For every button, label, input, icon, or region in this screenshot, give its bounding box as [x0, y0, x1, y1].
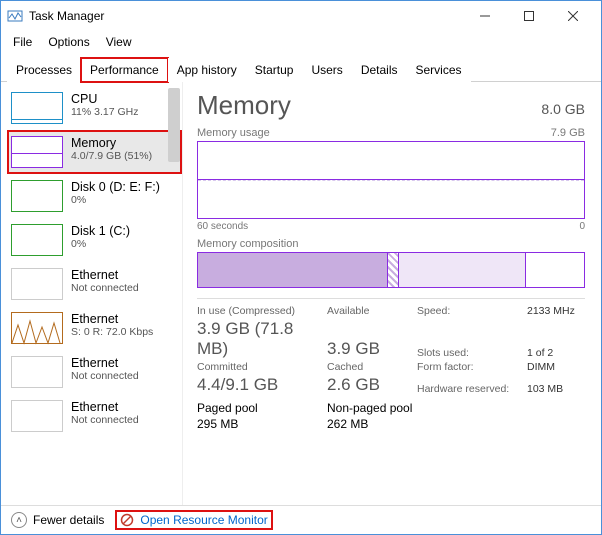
usage-max: 7.9 GB: [551, 127, 585, 139]
tab-services[interactable]: Services: [407, 58, 471, 82]
sidebar-item-label: Memory: [71, 136, 152, 150]
memory-thumb-icon: [11, 136, 63, 168]
sidebar-item-label: Ethernet: [71, 312, 153, 326]
available-label: Available: [327, 305, 417, 317]
disk-thumb-icon: [11, 180, 63, 212]
form-value: DIMM: [527, 361, 587, 373]
sidebar-item-sub: Not connected: [71, 414, 139, 426]
speed-value: 2133 MHz: [527, 305, 587, 317]
tab-strip: Processes Performance App history Startu…: [1, 57, 601, 82]
ethernet-thumb-icon: [11, 312, 63, 344]
slots-value: 1 of 2: [527, 347, 587, 359]
sidebar-item-sub: 11% 3.17 GHz: [71, 106, 139, 118]
available-value: 3.9 GB: [327, 339, 417, 359]
sidebar-item-label: Disk 1 (C:): [71, 224, 130, 238]
sidebar-item-label: Ethernet: [71, 268, 139, 282]
sidebar-item-eth3[interactable]: EthernetNot connected: [7, 394, 182, 438]
sidebar-item-label: CPU: [71, 92, 139, 106]
disk-thumb-icon: [11, 224, 63, 256]
sidebar-item-disk0[interactable]: Disk 0 (D: E: F:)0%: [7, 174, 182, 218]
scrollbar-thumb[interactable]: [168, 88, 180, 162]
sidebar-item-memory[interactable]: Memory4.0/7.9 GB (51%): [7, 130, 182, 174]
form-label: Form factor:: [417, 361, 527, 373]
close-button[interactable]: [551, 2, 595, 30]
tab-startup[interactable]: Startup: [246, 58, 303, 82]
task-manager-window: Task Manager File Options View Processes…: [0, 0, 602, 535]
sidebar-item-cpu[interactable]: CPU11% 3.17 GHz: [7, 86, 182, 130]
app-icon: [7, 8, 23, 24]
sidebar-item-eth0[interactable]: EthernetNot connected: [7, 262, 182, 306]
page-title: Memory: [197, 90, 291, 121]
tab-processes[interactable]: Processes: [7, 58, 81, 82]
hw-label: Hardware reserved:: [417, 383, 527, 395]
sidebar-item-sub: S: 0 R: 72.0 Kbps: [71, 326, 153, 338]
sidebar-item-label: Ethernet: [71, 400, 139, 414]
cpu-thumb-icon: [11, 92, 63, 124]
tab-users[interactable]: Users: [302, 58, 351, 82]
capacity-value: 8.0 GB: [541, 101, 585, 117]
hw-value: 103 MB: [527, 383, 587, 395]
sidebar-item-sub: Not connected: [71, 370, 139, 382]
xaxis-right: 0: [579, 221, 585, 232]
nonpaged-label: Non-paged pool: [327, 401, 417, 415]
ethernet-thumb-icon: [11, 268, 63, 300]
sidebar-item-sub: 4.0/7.9 GB (51%): [71, 150, 152, 162]
chevron-up-icon: ˄: [11, 512, 27, 528]
sidebar-item-sub: Not connected: [71, 282, 139, 294]
menu-bar: File Options View: [1, 31, 601, 57]
committed-value: 4.4/9.1 GB: [197, 375, 327, 395]
maximize-button[interactable]: [507, 2, 551, 30]
menu-view[interactable]: View: [100, 33, 138, 51]
ethernet-thumb-icon: [11, 356, 63, 388]
tab-app-history[interactable]: App history: [168, 58, 246, 82]
committed-label: Committed: [197, 361, 327, 373]
stats-grid: In use (Compressed) Available Speed: 213…: [197, 305, 585, 395]
open-resource-monitor-label: Open Resource Monitor: [140, 513, 267, 527]
memory-usage-chart: [197, 141, 585, 219]
xaxis-left: 60 seconds: [197, 221, 248, 232]
tab-performance[interactable]: Performance: [81, 58, 168, 82]
sidebar-item-label: Ethernet: [71, 356, 139, 370]
titlebar: Task Manager: [1, 1, 601, 31]
sidebar-item-disk1[interactable]: Disk 1 (C:)0%: [7, 218, 182, 262]
sidebar-item-sub: 0%: [71, 238, 130, 250]
resource-monitor-icon: [120, 513, 134, 527]
sidebar-item-sub: 0%: [71, 194, 160, 206]
tab-details[interactable]: Details: [352, 58, 407, 82]
open-resource-monitor-link[interactable]: Open Resource Monitor: [118, 513, 269, 527]
footer: ˄ Fewer details Open Resource Monitor: [1, 505, 601, 534]
fewer-details-button[interactable]: ˄ Fewer details: [11, 512, 104, 528]
menu-options[interactable]: Options: [42, 33, 95, 51]
window-title: Task Manager: [29, 9, 104, 23]
nonpaged-value: 262 MB: [327, 417, 417, 431]
sidebar: CPU11% 3.17 GHz Memory4.0/7.9 GB (51%) D…: [1, 82, 183, 505]
sidebar-item-label: Disk 0 (D: E: F:): [71, 180, 160, 194]
cached-value: 2.6 GB: [327, 375, 417, 395]
in-use-value: 3.9 GB (71.8 MB): [197, 319, 327, 359]
usage-label: Memory usage: [197, 127, 270, 139]
fewer-details-label: Fewer details: [33, 513, 104, 527]
speed-label: Speed:: [417, 305, 527, 317]
memory-composition-chart: [197, 252, 585, 288]
ethernet-thumb-icon: [11, 400, 63, 432]
sidebar-item-eth1[interactable]: EthernetS: 0 R: 72.0 Kbps: [7, 306, 182, 350]
paged-label: Paged pool: [197, 401, 327, 415]
detail-pane: Memory 8.0 GB Memory usage 7.9 GB 60 sec…: [183, 82, 601, 505]
minimize-button[interactable]: [463, 2, 507, 30]
slots-label: Slots used:: [417, 347, 527, 359]
in-use-label: In use (Compressed): [197, 305, 327, 317]
comp-label: Memory composition: [197, 238, 298, 250]
sidebar-item-eth2[interactable]: EthernetNot connected: [7, 350, 182, 394]
paged-value: 295 MB: [197, 417, 327, 431]
cached-label: Cached: [327, 361, 417, 373]
menu-file[interactable]: File: [7, 33, 38, 51]
